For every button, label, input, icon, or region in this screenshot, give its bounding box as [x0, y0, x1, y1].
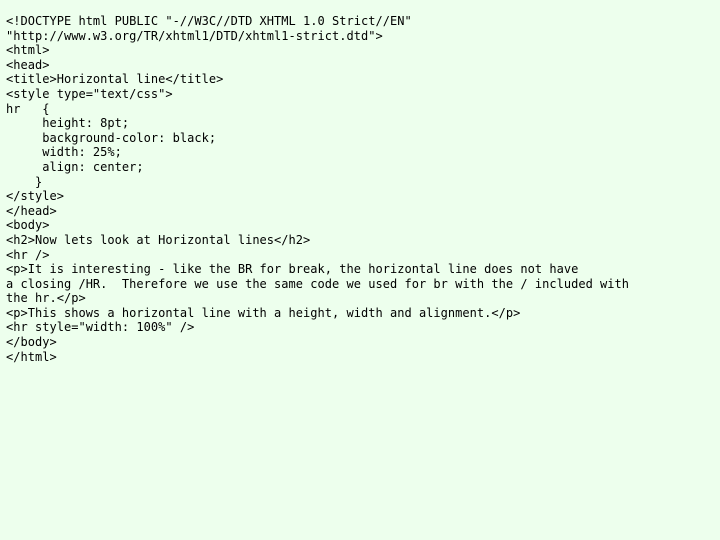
code-line: a closing /HR. Therefore we use the same… — [6, 276, 630, 291]
code-line: <p>It is interesting - like the BR for b… — [6, 262, 579, 277]
code-line: background-color: black; — [6, 130, 217, 145]
code-line: } — [6, 174, 43, 189]
code-line: <h2>Now lets look at Horizontal lines</h… — [6, 232, 311, 247]
code-line: </style> — [6, 189, 64, 204]
code-line: </html> — [6, 349, 57, 364]
code-line: <body> — [6, 218, 50, 233]
code-line: hr { — [6, 101, 50, 116]
code-line: <title>Horizontal line</title> — [6, 72, 224, 87]
code-line: <p>This shows a horizontal line with a h… — [6, 305, 521, 320]
code-line: <hr style="width: 100%" /> — [6, 320, 195, 335]
source-code-listing: <!DOCTYPE html PUBLIC "-//W3C//DTD XHTML… — [0, 0, 720, 540]
code-line: <hr /> — [6, 247, 50, 262]
code-line: align: center; — [6, 159, 144, 174]
code-line: </head> — [6, 203, 57, 218]
code-line: <style type="text/css"> — [6, 86, 173, 101]
code-line: <!DOCTYPE html PUBLIC "-//W3C//DTD XHTML… — [6, 14, 412, 28]
code-line: "http://www.w3.org/TR/xhtml1/DTD/xhtml1-… — [6, 28, 383, 43]
code-line: the hr.</p> — [6, 291, 86, 306]
code-line: height: 8pt; — [6, 116, 130, 131]
code-line: <html> — [6, 43, 50, 58]
code-line: </body> — [6, 335, 57, 350]
code-line: width: 25%; — [6, 145, 122, 160]
code-line: <head> — [6, 57, 50, 72]
